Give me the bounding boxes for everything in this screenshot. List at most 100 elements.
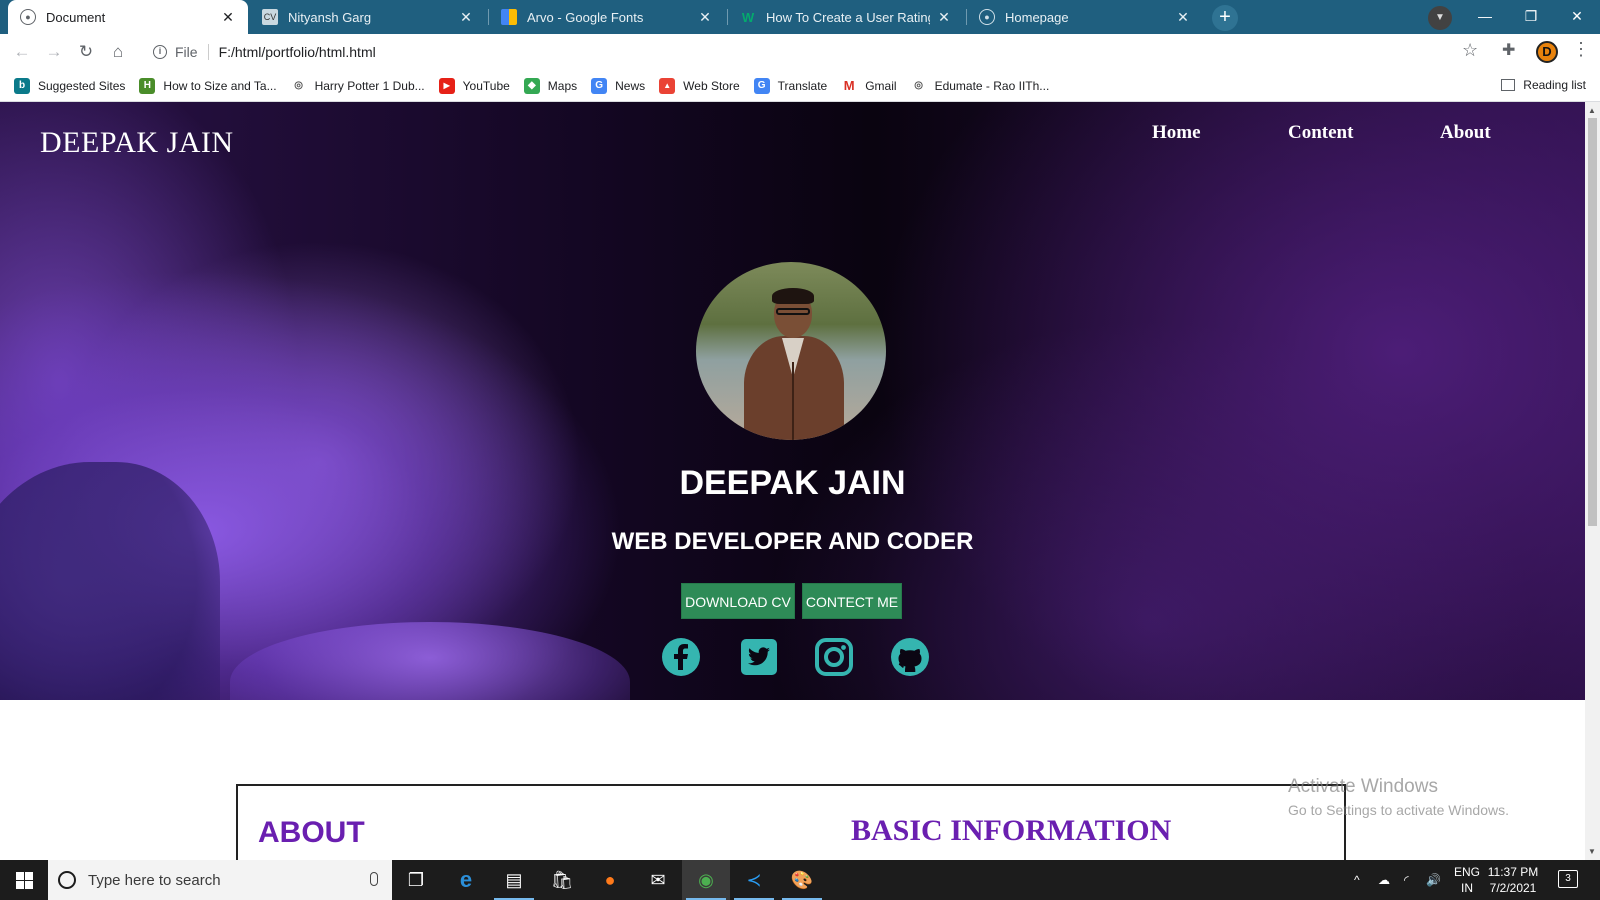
content-container: [236, 784, 1346, 860]
bing-icon: b: [14, 77, 30, 94]
globe-icon: ◎: [914, 80, 923, 91]
bookmark-label: YouTube: [462, 78, 510, 93]
hero-section: DEEPAK JAIN Home Content About DEEPAK JA…: [0, 102, 1585, 700]
contact-me-button[interactable]: CONTECT ME: [802, 583, 902, 619]
bookmark-edumate[interactable]: ◎ Edumate - Rao IITh...: [911, 78, 1049, 94]
close-icon[interactable]: ✕: [697, 9, 713, 26]
close-icon[interactable]: ✕: [458, 9, 474, 26]
bookmark-web-store[interactable]: ▲ Web Store: [659, 77, 740, 94]
tab-user-rating[interactable]: W How To Create a User Rating Sco ✕: [728, 0, 964, 34]
bookmark-label: Translate: [777, 78, 828, 93]
bookmark-how-to-size[interactable]: H How to Size and Ta...: [139, 77, 277, 94]
task-view-icon[interactable]: ❐: [392, 860, 440, 900]
scroll-down-icon[interactable]: ▼: [1588, 847, 1596, 856]
globe-icon: ●: [20, 9, 36, 25]
page-scrollbar[interactable]: ▲ ▼: [1585, 102, 1600, 860]
scrollbar-thumb[interactable]: [1588, 118, 1597, 526]
close-icon[interactable]: ✕: [936, 9, 952, 26]
reload-icon[interactable]: ↻: [74, 40, 98, 64]
volume-icon[interactable]: 🔊: [1426, 860, 1441, 900]
edge-icon[interactable]: e: [442, 860, 490, 900]
instagram-icon[interactable]: [813, 636, 855, 678]
tab-nityansh-garg[interactable]: CV Nityansh Garg ✕: [250, 0, 486, 34]
globe-icon: ●: [979, 9, 995, 25]
vscode-icon[interactable]: ≺: [730, 860, 778, 900]
cortana-icon: [58, 871, 76, 889]
bookmark-suggested-sites[interactable]: b Suggested Sites: [14, 77, 125, 94]
watermark-title: Activate Windows: [1288, 776, 1438, 797]
reading-list-icon: [1501, 79, 1516, 91]
nav-home[interactable]: Home: [1152, 122, 1201, 144]
twitter-icon[interactable]: [738, 636, 780, 678]
bookmark-harry-potter[interactable]: ◎ Harry Potter 1 Dub...: [291, 78, 425, 94]
bookmark-maps[interactable]: ◆ Maps: [523, 77, 577, 94]
store-icon[interactable]: 🛍: [538, 860, 586, 900]
address-bar[interactable]: i File F:/html/portfolio/html.html: [143, 37, 1483, 67]
close-icon[interactable]: ✕: [220, 9, 236, 26]
window-close-icon[interactable]: ✕: [1554, 0, 1600, 34]
close-icon[interactable]: ✕: [1175, 9, 1191, 26]
facebook-icon[interactable]: [660, 636, 702, 678]
notification-center-icon[interactable]: 3: [1558, 870, 1578, 888]
site-brand[interactable]: DEEPAK JAIN: [40, 126, 234, 160]
activation-watermark: Activate Windows Go to Settings to activ…: [1288, 776, 1509, 818]
webstore-icon: ▲: [659, 77, 676, 94]
nav-about[interactable]: About: [1440, 122, 1491, 144]
mail-icon[interactable]: ✉: [634, 860, 682, 900]
google-fonts-icon: [501, 9, 517, 25]
profile-photo: [696, 262, 886, 440]
tab-title: Homepage: [1005, 9, 1069, 25]
tab-homepage[interactable]: ● Homepage ✕: [967, 0, 1203, 34]
chrome-icon[interactable]: ◉: [682, 860, 730, 900]
bookmark-label: Web Store: [683, 78, 740, 93]
tab-document[interactable]: ● Document ✕: [8, 0, 248, 34]
home-icon[interactable]: ⌂: [106, 40, 130, 64]
microphone-icon[interactable]: [370, 872, 378, 886]
info-icon[interactable]: i: [153, 45, 167, 59]
scroll-up-icon[interactable]: ▲: [1588, 106, 1596, 115]
language-code: ENG: [1453, 865, 1480, 879]
paint-icon[interactable]: 🎨: [778, 860, 826, 900]
bookmark-translate[interactable]: G Translate: [753, 77, 828, 94]
restore-icon[interactable]: ❐: [1508, 0, 1554, 34]
bookmark-news[interactable]: G News: [591, 77, 645, 94]
kebab-menu-icon[interactable]: ⋮: [1572, 39, 1590, 60]
bookmark-gmail[interactable]: M Gmail: [841, 78, 897, 94]
system-clock[interactable]: 11:37 PM 7/2/2021: [1480, 864, 1546, 896]
tab-arvo-google-fonts[interactable]: Arvo - Google Fonts ✕: [489, 0, 725, 34]
about-heading: ABOUT: [258, 816, 365, 849]
download-cv-button[interactable]: DOWNLOAD CV: [681, 583, 795, 619]
windows-logo-icon: [15, 871, 33, 889]
bookmark-youtube[interactable]: ▶ YouTube: [438, 77, 510, 94]
onedrive-icon[interactable]: ☁: [1378, 860, 1390, 900]
bookmark-star-icon[interactable]: ☆: [1462, 40, 1478, 61]
extensions-icon[interactable]: ✚: [1502, 40, 1515, 60]
region-code: IN: [1461, 881, 1473, 895]
minimize-icon[interactable]: —: [1462, 0, 1508, 34]
new-tab-button[interactable]: +: [1212, 5, 1238, 31]
start-button[interactable]: [0, 860, 48, 900]
reading-list-button[interactable]: Reading list: [1501, 78, 1586, 92]
back-icon[interactable]: ←: [10, 40, 34, 64]
nav-content[interactable]: Content: [1288, 122, 1353, 144]
basic-information-heading: BASIC INFORMATION: [851, 814, 1172, 847]
show-hidden-icons[interactable]: ^: [1354, 860, 1360, 900]
language-indicator[interactable]: ENG IN: [1452, 864, 1482, 896]
github-icon[interactable]: [889, 636, 931, 678]
gmail-icon: M: [843, 78, 855, 93]
taskbar-search[interactable]: Type here to search: [48, 860, 392, 900]
youtube-icon: ▶: [438, 77, 455, 94]
toolbar: ← → ↻ ⌂ i File F:/html/portfolio/html.ht…: [0, 34, 1600, 70]
tab-search-icon[interactable]: ▼: [1428, 6, 1452, 30]
forward-icon[interactable]: →: [42, 40, 66, 64]
profile-avatar[interactable]: D: [1536, 41, 1558, 63]
tab-title: Arvo - Google Fonts: [527, 9, 644, 25]
file-icon[interactable]: ▤: [490, 860, 538, 900]
bookmark-label: Harry Potter 1 Dub...: [314, 78, 425, 93]
photo-hair: [772, 288, 814, 304]
url-text[interactable]: F:/html/portfolio/html.html: [219, 44, 376, 60]
wifi-icon[interactable]: ◜: [1404, 860, 1409, 900]
news-icon: G: [591, 77, 608, 94]
firefox-icon[interactable]: ●: [586, 860, 634, 900]
bookmarks-bar: b Suggested Sites H How to Size and Ta..…: [0, 70, 1600, 102]
